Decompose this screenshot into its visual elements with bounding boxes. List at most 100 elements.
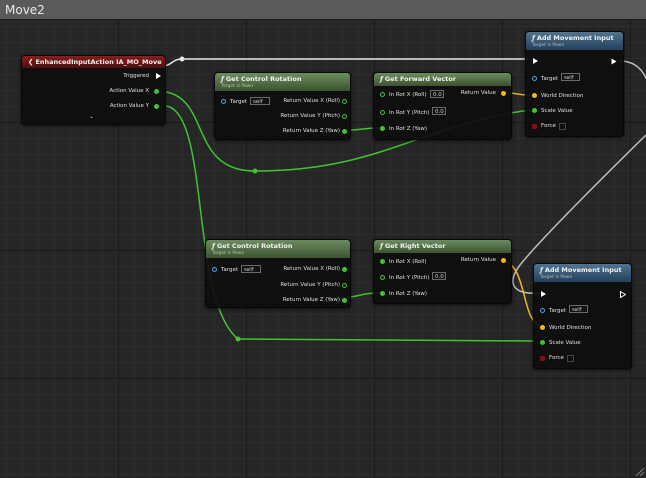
function-icon: ƒ — [380, 242, 383, 250]
pin-label-in-rot-x: In Rot X (Roll) — [389, 259, 427, 265]
node-subtitle: Target is Pawn — [540, 275, 573, 280]
pin-label-world-direction: World Direction — [549, 325, 592, 331]
target-self-field[interactable]: self — [250, 97, 270, 105]
pin-label-target: Target — [230, 99, 248, 105]
pin-target[interactable] — [532, 76, 537, 81]
node-title: Get Control Rotation — [216, 242, 293, 250]
expand-chevron-icon[interactable]: ⌄ — [89, 113, 94, 120]
pin-label-action-value-x: Action Value X — [109, 88, 149, 94]
force-checkbox[interactable] — [559, 123, 566, 130]
pin-force[interactable] — [540, 356, 545, 361]
add-movement-input-node-1[interactable]: ƒ Add Movement Input Target is Pawn Targe… — [525, 31, 624, 137]
get-control-rotation-node-2[interactable]: ƒ Get Control Rotation Target is Pawn Tar… — [205, 239, 351, 308]
pin-return-y[interactable] — [342, 114, 347, 119]
node-header[interactable]: ƒ Get Control Rotation Target is Pawn — [206, 240, 350, 258]
pin-label-force: Force — [549, 355, 564, 361]
function-icon: ƒ — [380, 75, 383, 83]
node-title: Add Movement Input — [544, 266, 622, 274]
event-node-ia-mo-move[interactable]: ❮ EnhancedInputAction IA_MO_Move Triggere… — [21, 55, 166, 125]
pin-label-action-value-y: Action Value Y — [109, 103, 149, 109]
get-forward-vector-node[interactable]: ƒ Get Forward Vector In Rot X (Roll) 0.0 … — [373, 72, 512, 140]
pin-return-x[interactable] — [342, 267, 347, 272]
force-checkbox[interactable] — [567, 355, 574, 362]
node-title: Get Right Vector — [384, 242, 446, 250]
node-title: Add Movement Input — [536, 34, 614, 42]
pin-label-target: Target — [221, 267, 239, 273]
blueprint-graph[interactable]: Move2 ❮ EnhancedInputAction IA_MO_Move Tr… — [0, 0, 646, 478]
pin-label-scale-value: Scale Value — [541, 108, 573, 114]
pin-label-in-rot-y: In Rot Y (Pitch) — [389, 110, 430, 116]
pin-label-target: Target — [541, 76, 559, 82]
exec-pin-out[interactable] — [620, 291, 626, 298]
pin-label-scale-value: Scale Value — [549, 340, 581, 346]
node-header[interactable]: ƒ Add Movement Input Target is Pawn — [526, 32, 623, 50]
pin-return-y[interactable] — [342, 283, 347, 288]
pin-scale-value[interactable] — [540, 340, 545, 345]
node-header[interactable]: ƒ Get Forward Vector — [374, 73, 511, 86]
function-icon: ƒ — [532, 34, 535, 42]
target-self-field[interactable]: self — [569, 305, 588, 313]
add-movement-input-node-2[interactable]: ƒ Add Movement Input Target is Pawn Targe… — [533, 263, 632, 369]
pin-label-force: Force — [541, 123, 556, 129]
pin-target[interactable] — [221, 99, 226, 104]
event-arrow-icon: ❮ — [28, 58, 34, 66]
pin-in-rot-z[interactable] — [380, 291, 385, 296]
pin-scale-value[interactable] — [532, 108, 537, 113]
target-self-field[interactable]: self — [561, 73, 580, 81]
pin-label-return-z: Return Value Z (Yaw) — [282, 128, 340, 134]
node-subtitle: Target is Pawn — [532, 43, 565, 48]
pin-target[interactable] — [212, 267, 217, 272]
node-subtitle: Target is Pawn — [221, 84, 254, 89]
pin-in-rot-x[interactable] — [380, 92, 385, 97]
pin-return-z[interactable] — [342, 129, 347, 134]
pin-in-rot-x[interactable] — [380, 259, 385, 264]
pin-in-rot-z[interactable] — [380, 126, 385, 131]
pin-label-target: Target — [549, 308, 567, 314]
function-icon: ƒ — [540, 266, 543, 274]
pin-label-in-rot-x: In Rot X (Roll) — [389, 92, 427, 98]
node-header[interactable]: ƒ Get Right Vector — [374, 240, 511, 253]
in-rot-y-field[interactable]: 0.0 — [432, 107, 446, 115]
event-node-header[interactable]: ❮ EnhancedInputAction IA_MO_Move — [22, 56, 165, 68]
get-right-vector-node[interactable]: ƒ Get Right Vector In Rot X (Roll) In Rot… — [373, 239, 512, 304]
pin-label-return-y: Return Value Y (Pitch) — [280, 113, 340, 119]
pin-label-return-y: Return Value Y (Pitch) — [280, 282, 340, 288]
event-node-title: EnhancedInputAction IA_MO_Move — [35, 58, 162, 66]
target-self-field[interactable]: self — [241, 265, 261, 273]
pin-label-return-value: Return Value — [460, 90, 496, 96]
exec-pin-out[interactable] — [611, 58, 617, 65]
pin-label-world-direction: World Direction — [541, 93, 584, 99]
pin-return-z[interactable] — [342, 298, 347, 303]
exec-pin-in[interactable] — [533, 58, 538, 64]
pin-action-value-y[interactable] — [154, 104, 159, 109]
function-icon: ƒ — [221, 75, 224, 83]
pin-world-direction[interactable] — [532, 93, 537, 98]
node-header[interactable]: ƒ Get Control Rotation Target is Pawn — [215, 73, 350, 91]
pin-label-triggered: Triggered — [123, 73, 149, 79]
node-title: Get Control Rotation — [225, 75, 302, 83]
exec-pin-in[interactable] — [541, 291, 546, 297]
pin-label-return-value: Return Value — [460, 257, 496, 263]
pin-label-in-rot-z: In Rot Z (Yaw) — [389, 126, 427, 132]
pin-return-value[interactable] — [501, 91, 506, 96]
exec-pin-triggered[interactable] — [156, 73, 161, 79]
resize-grip-icon[interactable] — [636, 468, 644, 476]
pin-force[interactable] — [532, 124, 537, 129]
pin-return-x[interactable] — [342, 99, 347, 104]
node-header[interactable]: ƒ Add Movement Input Target is Pawn — [534, 264, 631, 282]
pin-return-value[interactable] — [501, 258, 506, 263]
function-icon: ƒ — [212, 242, 215, 250]
pin-label-in-rot-z: In Rot Z (Yaw) — [389, 291, 427, 297]
pin-world-direction[interactable] — [540, 325, 545, 330]
pin-label-return-x: Return Value X (Roll) — [283, 266, 340, 272]
in-rot-x-field[interactable]: 0.0 — [430, 90, 444, 98]
graph-title: Move2 — [0, 0, 646, 20]
pin-in-rot-y[interactable] — [380, 275, 385, 280]
pin-in-rot-y[interactable] — [380, 110, 385, 115]
pin-target[interactable] — [540, 308, 545, 313]
pin-action-value-x[interactable] — [154, 89, 159, 94]
get-control-rotation-node-1[interactable]: ƒ Get Control Rotation Target is Pawn Tar… — [214, 72, 351, 140]
node-title: Get Forward Vector — [384, 75, 457, 83]
in-rot-y-field[interactable]: 0.0 — [432, 272, 446, 280]
node-subtitle: Target is Pawn — [212, 251, 245, 256]
